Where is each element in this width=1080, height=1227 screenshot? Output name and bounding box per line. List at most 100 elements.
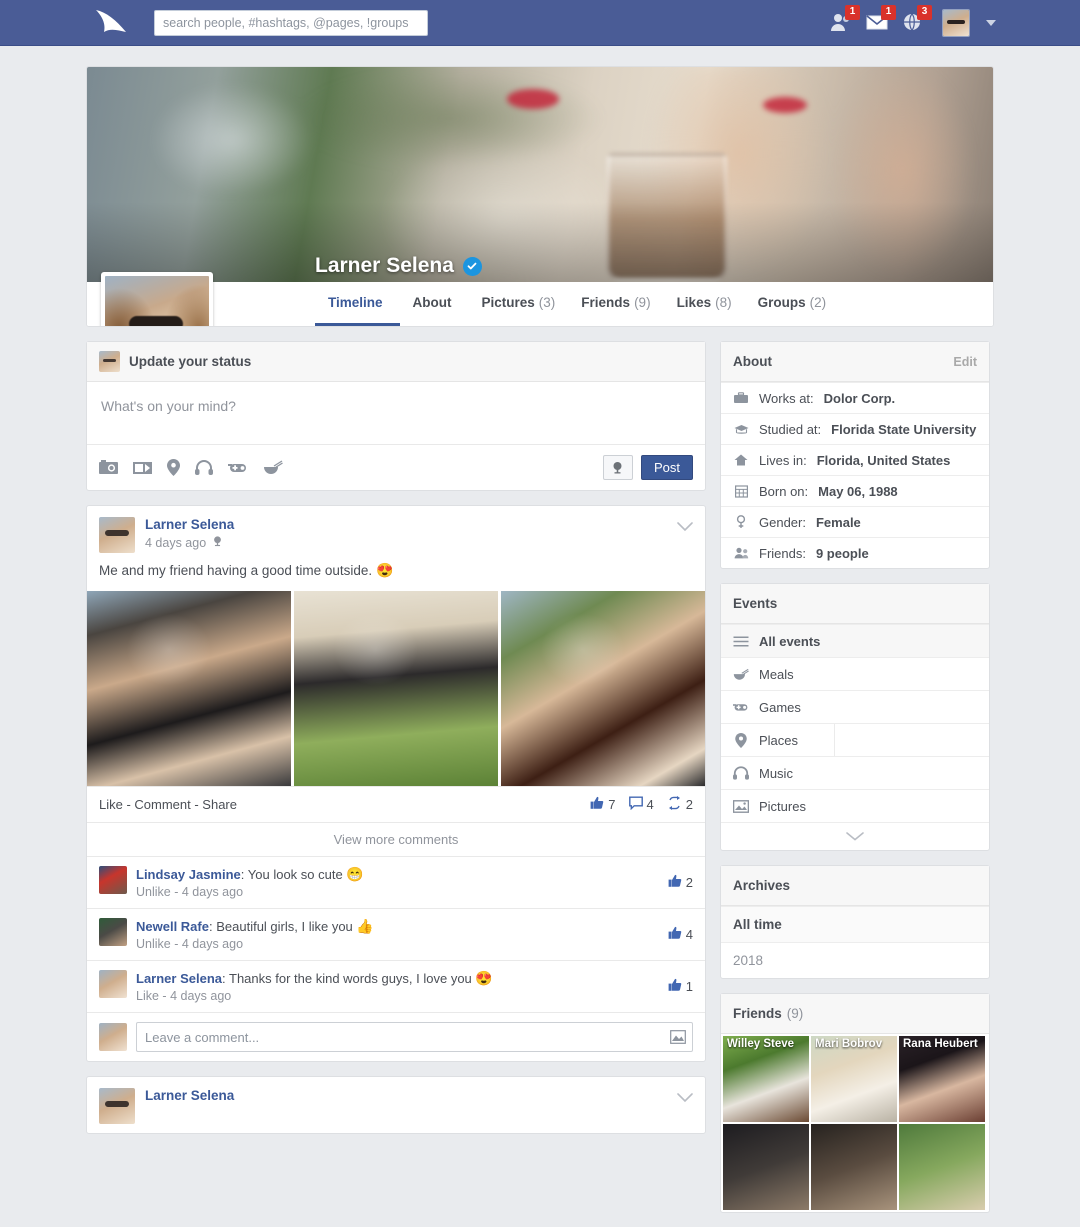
- comment-like-count-value: 1: [686, 979, 693, 994]
- page-title: Larner Selena: [315, 254, 454, 278]
- post-like-count[interactable]: 7: [590, 796, 615, 813]
- post-photo-3[interactable]: [501, 591, 705, 786]
- events-header: Events: [721, 584, 989, 624]
- tab-friends-count: (9): [634, 295, 651, 310]
- comment-like-action[interactable]: Unlike: [136, 937, 171, 951]
- about-edit-link[interactable]: Edit: [953, 355, 977, 369]
- comment-author[interactable]: Larner Selena: [136, 971, 222, 986]
- archives-year-2018[interactable]: 2018: [721, 942, 989, 978]
- top-navbar: 1 1 3: [0, 0, 1080, 46]
- calendar-icon: [733, 485, 749, 498]
- comment-timestamp: 4 days ago: [182, 885, 243, 899]
- about-row-gender-value: Female: [816, 515, 861, 530]
- comment-input[interactable]: [136, 1022, 693, 1052]
- comment-avatar[interactable]: [99, 918, 127, 946]
- tab-timeline[interactable]: Timeline: [315, 282, 400, 326]
- game-icon[interactable]: [228, 461, 248, 474]
- nav-avatar[interactable]: [942, 9, 970, 37]
- events-item-music[interactable]: Music: [721, 756, 989, 789]
- friend-tile[interactable]: Willey Steve: [723, 1036, 809, 1122]
- comment-like-action[interactable]: Unlike: [136, 885, 171, 899]
- comment-like-count[interactable]: 4: [668, 926, 693, 943]
- gender-icon: [733, 515, 749, 529]
- events-item-meals[interactable]: Meals: [721, 657, 989, 690]
- comment-author[interactable]: Lindsay Jasmine: [136, 867, 241, 882]
- music-icon[interactable]: [195, 460, 213, 475]
- friend-tile[interactable]: [723, 1124, 809, 1210]
- post-meta: 4 days ago: [145, 535, 234, 550]
- comment-emoji: 😁: [346, 866, 363, 882]
- attach-image-icon[interactable]: [670, 1029, 686, 1048]
- about-row-works-label: Works at:: [759, 391, 814, 406]
- tab-likes[interactable]: Likes (8): [664, 282, 745, 326]
- events-item-all[interactable]: All events: [721, 624, 989, 657]
- post-actions-links[interactable]: Like - Comment - Share: [99, 797, 237, 812]
- post-text-content: Me and my friend having a good time outs…: [99, 563, 372, 578]
- tab-pictures-label: Pictures: [482, 295, 535, 310]
- about-row-born: Born on: May 06, 1988: [721, 475, 989, 506]
- comment-item: Larner Selena: Thanks for the kind words…: [87, 960, 705, 1012]
- composer-title: Update your status: [129, 354, 251, 369]
- post-author-name[interactable]: Larner Selena: [145, 517, 234, 533]
- messages-icon[interactable]: 1: [866, 12, 888, 34]
- comment-avatar[interactable]: [99, 970, 127, 998]
- friend-requests-icon[interactable]: 1: [830, 12, 852, 34]
- post-photo-1[interactable]: [87, 591, 291, 786]
- friend-tile[interactable]: Mari Bobrov: [811, 1036, 897, 1122]
- video-icon[interactable]: [133, 460, 152, 475]
- profile-avatar[interactable]: [101, 272, 213, 327]
- events-panel: Events All events Meals: [720, 583, 990, 851]
- post-photo-2[interactable]: [294, 591, 498, 786]
- friend-tile[interactable]: [899, 1124, 985, 1210]
- navbar-actions: 1 1 3: [830, 0, 996, 46]
- thumbs-up-icon: [590, 796, 604, 813]
- post-share-count[interactable]: 2: [667, 796, 693, 813]
- music-icon: [733, 766, 749, 780]
- meal-icon[interactable]: [263, 460, 283, 475]
- search-input[interactable]: [154, 10, 428, 36]
- location-icon[interactable]: [167, 459, 180, 476]
- comment-like-count[interactable]: 1: [668, 978, 693, 995]
- friend-tile[interactable]: Rana Heubert: [899, 1036, 985, 1122]
- post-card-2: Larner Selena: [86, 1076, 706, 1134]
- post-author-avatar[interactable]: [99, 517, 135, 553]
- tab-pictures[interactable]: Pictures (3): [469, 282, 569, 326]
- tab-friends[interactable]: Friends (9): [568, 282, 663, 326]
- tab-groups[interactable]: Groups (2): [745, 282, 840, 326]
- comment-like-action[interactable]: Like: [136, 989, 159, 1003]
- post-options-chevron-down-icon[interactable]: [677, 520, 693, 535]
- post-2-author-avatar[interactable]: [99, 1088, 135, 1124]
- cover-photo[interactable]: [87, 67, 993, 282]
- comment-author[interactable]: Newell Rafe: [136, 919, 209, 934]
- about-row-gender-label: Gender:: [759, 515, 806, 530]
- events-item-games[interactable]: Games: [721, 690, 989, 723]
- events-expand-chevron-down-icon[interactable]: [721, 822, 989, 850]
- post-2-author-name[interactable]: Larner Selena: [145, 1088, 234, 1104]
- bird-logo[interactable]: [92, 6, 136, 40]
- thumbs-up-icon: [668, 874, 682, 891]
- cover-decor-1: [507, 89, 559, 109]
- events-item-pictures-label: Pictures: [759, 799, 806, 814]
- friend-name: Willey Steve: [727, 1038, 807, 1050]
- view-more-comments-link[interactable]: View more comments: [87, 822, 705, 856]
- post-button[interactable]: Post: [641, 455, 693, 480]
- post-counts: 7 4 2: [590, 796, 693, 813]
- comment-avatar[interactable]: [99, 866, 127, 894]
- events-item-pictures[interactable]: Pictures: [721, 789, 989, 822]
- archives-all-time[interactable]: All time: [721, 906, 989, 942]
- camera-icon[interactable]: [99, 460, 118, 475]
- post-comment-count[interactable]: 4: [629, 796, 654, 813]
- friend-tile[interactable]: [811, 1124, 897, 1210]
- thumbs-up-icon: [668, 978, 682, 995]
- tab-about[interactable]: About: [400, 282, 469, 326]
- about-panel: About Edit Works at: Dolor Corp. Studied…: [720, 341, 990, 569]
- account-menu-caret[interactable]: [986, 20, 996, 26]
- post-2-options-chevron-down-icon[interactable]: [677, 1091, 693, 1106]
- about-row-studied: Studied at: Florida State University: [721, 413, 989, 444]
- globe-privacy-icon[interactable]: [603, 455, 633, 480]
- events-item-places[interactable]: Places: [721, 723, 989, 756]
- post-text-emoji: 😍: [376, 562, 393, 578]
- comment-like-count[interactable]: 2: [668, 874, 693, 891]
- composer-textarea[interactable]: What's on your mind?: [87, 382, 705, 444]
- notifications-globe-icon[interactable]: 3: [902, 12, 924, 34]
